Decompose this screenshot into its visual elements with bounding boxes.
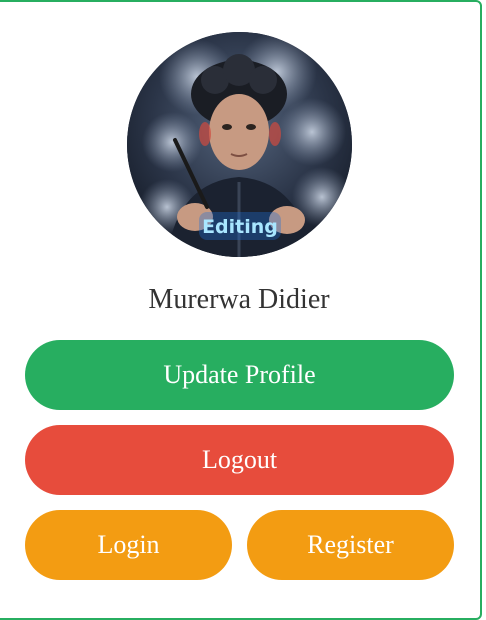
register-button[interactable]: Register (247, 510, 454, 580)
login-button[interactable]: Login (25, 510, 232, 580)
avatar: Editing (127, 32, 352, 257)
avatar-caption: Editing (202, 216, 278, 238)
update-profile-button[interactable]: Update Profile (25, 340, 454, 410)
logout-button[interactable]: Logout (25, 425, 454, 495)
user-name: Murerwa Didier (148, 284, 330, 315)
